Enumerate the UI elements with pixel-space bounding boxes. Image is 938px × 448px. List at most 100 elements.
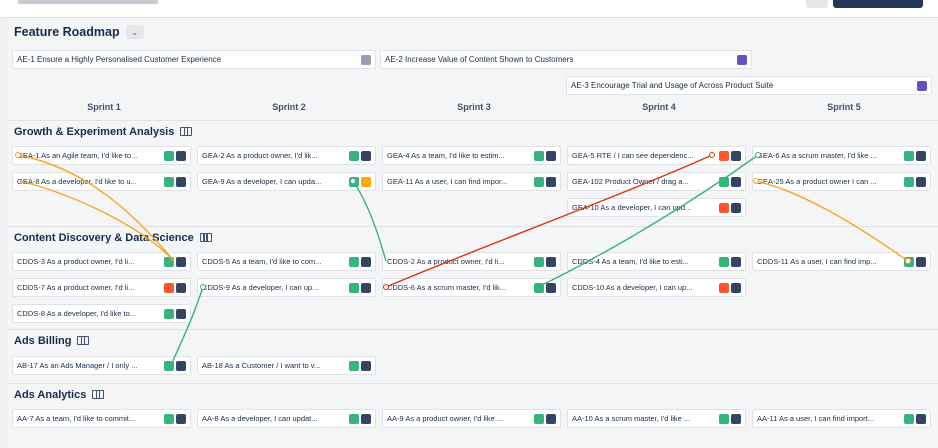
columns-icon[interactable] — [92, 390, 105, 399]
avatar — [361, 361, 371, 371]
issue-card[interactable]: AA-10 As a scrum master, I'd like ... — [567, 409, 746, 428]
avatar — [916, 414, 926, 424]
issue-card[interactable]: CDDS-8 As a developer, I'd like to... — [12, 304, 191, 323]
feature-bar[interactable]: AE-2 Increase Value of Content Shown to … — [380, 50, 752, 69]
issue-card[interactable]: AB-18 As a Customer / I want to v... — [197, 356, 376, 375]
avatar — [361, 414, 371, 424]
avatar — [176, 309, 186, 319]
avatar — [916, 257, 926, 267]
issue-summary: GEA-6 As a scrum master, I'd like ... — [757, 151, 877, 160]
issue-card[interactable]: AA-8 As a developer, I can updat... — [197, 409, 376, 428]
story-icon — [164, 151, 174, 161]
dependency-line[interactable] — [19, 180, 175, 262]
avatar — [916, 151, 926, 161]
avatar — [176, 361, 186, 371]
story-icon — [349, 414, 359, 424]
issue-card[interactable]: CDDS-7 As a product owner, I'd li... — [12, 278, 191, 297]
story-icon — [164, 177, 174, 187]
avatar — [731, 283, 741, 293]
issue-summary: GEA-11 As a user, I can find impor... — [387, 177, 508, 186]
story-icon — [164, 309, 174, 319]
feature-bar[interactable]: AE-1 Ensure a Highly Personalised Custom… — [12, 50, 376, 69]
issue-card[interactable]: CDDS-5 As a team, I'd like to com... — [197, 252, 376, 271]
issue-card[interactable]: CDDS-9 As a developer, I can up... — [197, 278, 376, 297]
issue-card[interactable]: GEA-4 As a team, I'd like to estim... — [382, 146, 561, 165]
story-icon — [534, 257, 544, 267]
issue-card[interactable]: CDDS-11 As a user, I can find imp... — [752, 252, 931, 271]
issue-summary: GEA-5 RTE / I can see dependenc... — [572, 151, 694, 160]
issue-summary: AB-18 As a Customer / I want to v... — [202, 361, 321, 370]
feature-label: AE-1 Ensure a Highly Personalised Custom… — [17, 55, 222, 64]
issue-card[interactable]: AA-7 As a team, I'd like to commit... — [12, 409, 191, 428]
issue-summary: GEA-25 As a product owner I can ... — [757, 177, 877, 186]
columns-icon[interactable] — [180, 127, 193, 136]
issue-card[interactable]: AB-17 As an Ads Manager / I only ... — [12, 356, 191, 375]
secondary-button[interactable] — [806, 0, 828, 8]
issue-summary: GEA-102 Product Owner / drag a... — [572, 177, 689, 186]
issue-summary: CDDS-3 As a product owner, I'd li... — [17, 257, 135, 266]
issue-summary: AA-7 As a team, I'd like to commit... — [17, 414, 136, 423]
sprint-header: Sprint 3 — [457, 102, 491, 112]
issue-summary: AA-9 As a product owner, I'd like ... — [387, 414, 504, 423]
dependency-line[interactable] — [170, 286, 204, 366]
group-title: Growth & Experiment Analysis — [14, 125, 175, 138]
story-icon — [904, 177, 914, 187]
issue-card[interactable]: GEA-8 As a developer, I'd like to u... — [12, 172, 191, 191]
issue-summary: AA-8 As a developer, I can updat... — [202, 414, 318, 423]
square-icon — [361, 55, 371, 65]
group-header[interactable]: Growth & Experiment Analysis — [8, 120, 938, 142]
issue-card[interactable]: CDDS-6 As a scrum master, I'd lik... — [382, 278, 561, 297]
issue-card[interactable]: AA-9 As a product owner, I'd like ... — [382, 409, 561, 428]
group-header[interactable]: Ads Analytics — [8, 383, 938, 405]
dependency-line[interactable] — [352, 180, 387, 262]
issue-card[interactable]: GEA-1 As an Agile team, I'd like to... — [12, 146, 191, 165]
issue-card[interactable]: GEA-9 As a developer, I can upda... — [197, 172, 376, 191]
issue-summary: AA-10 As a scrum master, I'd like ... — [572, 414, 691, 423]
bug-icon — [164, 283, 174, 293]
story-icon — [904, 151, 914, 161]
issue-card[interactable]: GEA-2 As a product owner, I'd lik... — [197, 146, 376, 165]
issue-card[interactable]: CDDS-4 As a team, I'd like to esti... — [567, 252, 746, 271]
issue-summary: GEA-1 As an Agile team, I'd like to... — [17, 151, 138, 160]
primary-button[interactable] — [833, 0, 923, 8]
sprint-header: Sprint 2 — [272, 102, 306, 112]
issue-card[interactable]: GEA-10 As a developer, I can upd... — [567, 198, 746, 217]
feature-bar[interactable]: AE-3 Encourage Trial and Usage of Across… — [566, 76, 932, 95]
issue-card[interactable]: GEA-5 RTE / I can see dependenc... — [567, 146, 746, 165]
program-board: Feature Roadmap ⌄ AE-1 Ensure a Highly P… — [8, 18, 938, 448]
issue-summary: GEA-9 As a developer, I can upda... — [202, 177, 322, 186]
issue-card[interactable]: GEA-25 As a product owner I can ... — [752, 172, 931, 191]
issue-card[interactable]: GEA-11 As a user, I can find impor... — [382, 172, 561, 191]
group-title: Content Discovery & Data Science — [14, 231, 194, 244]
chevron-down-icon[interactable]: ⌄ — [125, 25, 144, 39]
issue-card[interactable]: GEA-6 As a scrum master, I'd like ... — [752, 146, 931, 165]
issue-summary: CDDS-7 As a product owner, I'd li... — [17, 283, 135, 292]
sprint-header: Sprint 1 — [87, 102, 121, 112]
story-icon — [164, 414, 174, 424]
group-header[interactable]: Ads Billing — [8, 329, 938, 351]
avatar — [361, 283, 371, 293]
avatar — [731, 151, 741, 161]
avatar — [176, 257, 186, 267]
issue-summary: CDDS-11 As a user, I can find imp... — [757, 257, 877, 266]
dependency-line[interactable] — [755, 180, 909, 262]
group-header[interactable]: Content Discovery & Data Science — [8, 226, 938, 248]
story-icon — [534, 177, 544, 187]
issue-summary: GEA-10 As a developer, I can upd... — [572, 203, 692, 212]
story-icon — [534, 283, 544, 293]
columns-icon[interactable] — [77, 336, 90, 345]
issue-summary: CDDS-8 As a developer, I'd like to... — [17, 309, 136, 318]
story-icon — [164, 257, 174, 267]
issue-summary: GEA-8 As a developer, I'd like to u... — [17, 177, 137, 186]
sprint-header: Sprint 5 — [827, 102, 861, 112]
columns-icon[interactable] — [199, 233, 212, 242]
issue-card[interactable]: GEA-102 Product Owner / drag a... — [567, 172, 746, 191]
avatar — [731, 257, 741, 267]
issue-card[interactable]: CDDS-3 As a product owner, I'd li... — [12, 252, 191, 271]
story-icon — [719, 177, 729, 187]
bug-icon — [719, 283, 729, 293]
issue-card[interactable]: CDDS-10 As a developer, I can up... — [567, 278, 746, 297]
issue-card[interactable]: AA-11 As a user, I can find import... — [752, 409, 931, 428]
issue-card[interactable]: CDDS-2 As a product owner, I'd li... — [382, 252, 561, 271]
story-icon — [719, 414, 729, 424]
